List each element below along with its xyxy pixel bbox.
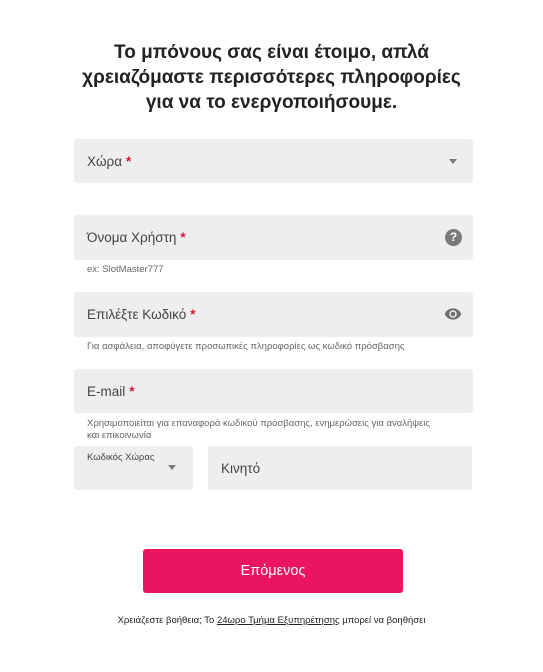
- chevron-down-icon: [449, 159, 457, 164]
- mobile-label: Κινητό: [221, 446, 260, 490]
- password-label-text: Επιλέξτε Κωδικό: [87, 307, 187, 322]
- chevron-down-icon: [168, 465, 176, 470]
- email-hint: Χρησιμοποιείται για επαναφορά κωδικού πρ…: [87, 418, 430, 442]
- country-code-select[interactable]: Κωδικός Χώρας: [74, 446, 193, 490]
- mobile-field[interactable]: Κινητό: [208, 446, 472, 490]
- email-label-text: E-mail: [87, 383, 126, 399]
- password-field[interactable]: Επιλέξτε Κωδικό *: [74, 292, 473, 337]
- support-link[interactable]: 24ωρο Τμήμα Εξυπηρέτησης: [217, 615, 340, 626]
- email-hint-line-1: Χρησιμοποιείται για επαναφορά κωδικού πρ…: [87, 418, 430, 429]
- country-code-label: Κωδικός Χώρας: [87, 452, 155, 463]
- country-label-text: Χώρα: [87, 153, 123, 169]
- required-marker: *: [129, 383, 135, 399]
- username-field[interactable]: Όνομα Χρήστη * ?: [74, 215, 473, 260]
- page-title: Το μπόνους σας είναι έτοιμο, απλά χρειαζ…: [60, 40, 483, 115]
- footer-prefix: Χρειάζεστε βοήθεια; Το: [117, 615, 215, 626]
- email-field[interactable]: E-mail *: [74, 369, 473, 413]
- email-label: E-mail *: [87, 369, 135, 413]
- required-marker: *: [190, 307, 196, 322]
- title-line-3: για να το ενεργοποιήσουμε.: [145, 92, 398, 113]
- footer-suffix: μπορεί να βοηθήσει: [342, 615, 426, 626]
- question-circle-icon[interactable]: ?: [445, 229, 462, 246]
- username-label: Όνομα Χρήστη *: [87, 215, 186, 260]
- mobile-label-text: Κινητό: [221, 460, 261, 476]
- next-button[interactable]: Επόμενος: [143, 549, 403, 593]
- title-line-1: Το μπόνους σας είναι έτοιμο, απλά: [114, 42, 429, 63]
- required-marker: *: [180, 230, 186, 245]
- email-hint-line-2: και επικοινωνία: [87, 430, 152, 441]
- username-hint: ex: SlotMaster777: [87, 264, 164, 275]
- country-label: Χώρα *: [87, 139, 131, 183]
- eye-icon[interactable]: [443, 305, 463, 323]
- help-footer: Χρειάζεστε βοήθεια; Το 24ωρο Τμήμα Εξυπη…: [0, 615, 543, 626]
- password-hint: Για ασφάλεια, αποφύγετε προσωπικές πληρο…: [87, 341, 405, 352]
- password-label: Επιλέξτε Κωδικό *: [87, 292, 196, 337]
- required-marker: *: [126, 153, 132, 169]
- country-select[interactable]: Χώρα *: [74, 139, 473, 183]
- title-line-2: χρειαζόμαστε περισσότερες πληροφορίες: [82, 67, 461, 88]
- username-label-text: Όνομα Χρήστη: [87, 230, 177, 245]
